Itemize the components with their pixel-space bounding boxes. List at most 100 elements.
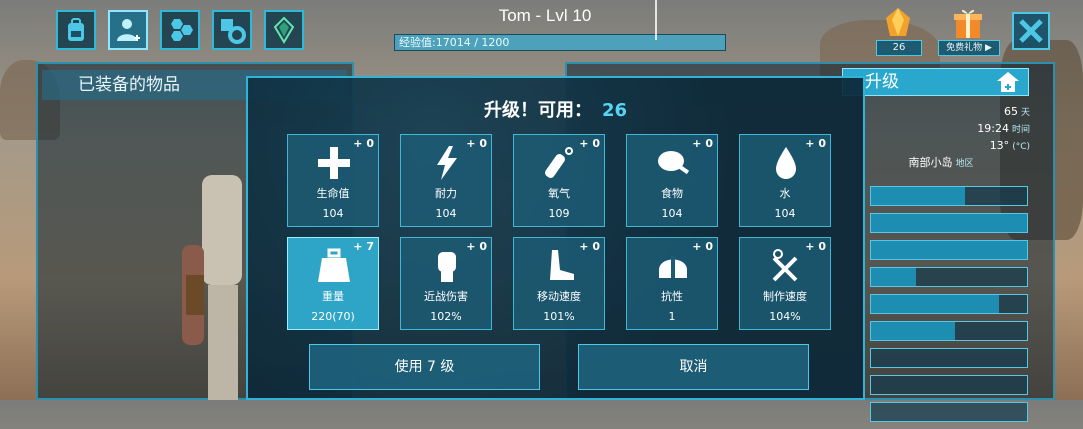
stat-value: 104 (435, 207, 457, 220)
crafting-tools-icon (766, 248, 806, 284)
stat-value: 1 (668, 310, 676, 323)
stat-card[interactable]: + 0 移动速度 101% (513, 237, 605, 330)
gems-count: 26 (876, 40, 922, 56)
stat-bar (870, 348, 1028, 368)
stat-card[interactable]: + 0 抗性 1 (626, 237, 718, 330)
day-unit: 天 (1020, 108, 1030, 118)
xp-bar: 经验值:17014 / 1200 (394, 34, 726, 51)
stat-bar-fill (871, 214, 1027, 232)
stat-bar (870, 267, 1028, 287)
time-value: 19:24 (977, 122, 1009, 135)
tab-crafting[interactable] (212, 10, 252, 50)
xp-label: 经验值:17014 / 1200 (399, 36, 510, 49)
stat-points-added: + 0 (692, 240, 713, 253)
close-button[interactable] (1012, 12, 1050, 50)
stat-card[interactable]: + 0 生命值 104 (287, 134, 379, 227)
stat-name: 移动速度 (537, 290, 581, 303)
stat-name: 抗性 (661, 290, 683, 303)
stat-points-added: + 0 (466, 240, 487, 253)
stat-points-added: + 0 (353, 137, 374, 150)
location-value: 南部小岛 (908, 156, 953, 169)
amber-gem-icon (886, 8, 910, 36)
stat-name: 食物 (661, 187, 683, 200)
hexagons-icon (171, 19, 193, 41)
stat-bar (870, 375, 1028, 395)
stat-bar (870, 321, 1028, 341)
stat-name: 近战伤害 (424, 290, 468, 303)
stat-points-added: + 0 (579, 137, 600, 150)
use-levels-button[interactable]: 使用 7 级 (309, 344, 540, 390)
house-plus-icon (997, 72, 1019, 92)
stat-bar-fill (871, 187, 965, 205)
gems-counter[interactable]: 26 (876, 6, 922, 56)
stat-value: 104 (322, 207, 344, 220)
stat-value: 220(70) (311, 310, 355, 323)
water-drop-icon (766, 145, 806, 181)
stat-name: 生命值 (316, 187, 350, 200)
stat-bar-fill (871, 241, 1027, 259)
stat-value: 109 (548, 207, 570, 220)
tab-character[interactable] (108, 10, 148, 50)
stat-value: 102% (430, 310, 462, 323)
stat-bars (870, 186, 1028, 429)
stat-name: 制作速度 (763, 290, 807, 303)
stat-value: 101% (543, 310, 575, 323)
weight-icon (314, 248, 354, 284)
character-model (182, 175, 242, 400)
cancel-button[interactable]: 取消 (578, 344, 809, 390)
stat-points-added: + 0 (579, 240, 600, 253)
stat-points-added: + 7 (353, 240, 374, 253)
top-bar: Tom - Lvl 10 经验值:17014 / 1200 26 免费礼物 ▶ (0, 0, 1083, 58)
oxygen-tank-icon (540, 145, 580, 181)
stat-card[interactable]: + 7 重量 220(70) (287, 237, 379, 330)
crafting-gear-icon (221, 19, 246, 44)
fortitude-helmet-icon (653, 248, 693, 284)
day-value: 65 (1003, 105, 1018, 118)
temperature-unit: (°C) (1012, 142, 1030, 152)
stat-bar (870, 240, 1028, 260)
food-meat-icon (653, 145, 693, 181)
temperature-value: 13° (989, 139, 1010, 152)
stat-value: 104 (774, 207, 796, 220)
stat-bar (870, 213, 1028, 233)
available-points: 26 (601, 100, 628, 121)
center-divider (655, 0, 657, 40)
stat-bar-fill (871, 268, 917, 286)
stat-card[interactable]: + 0 制作速度 104% (739, 237, 831, 330)
stat-card[interactable]: + 0 近战伤害 102% (400, 237, 492, 330)
free-gift-button[interactable]: 免费礼物 ▶ (938, 6, 1000, 56)
stat-name: 重量 (322, 290, 344, 303)
modal-title-label: 升级！可用： (483, 100, 592, 121)
stat-name: 氧气 (548, 187, 570, 200)
stat-points-added: + 0 (805, 240, 826, 253)
stat-points-added: + 0 (692, 137, 713, 150)
stat-bar (870, 294, 1028, 314)
location-unit: 地区 (955, 159, 974, 169)
tab-engrams[interactable] (264, 10, 304, 50)
stat-points-added: + 0 (805, 137, 826, 150)
stat-bar-fill (871, 295, 999, 313)
day-row: 65 天 (890, 104, 1030, 121)
temperature-row: 13° (°C) (890, 138, 1030, 155)
stat-bar (870, 186, 1028, 206)
tab-inventory[interactable] (56, 10, 96, 50)
stat-card[interactable]: + 0 食物 104 (626, 134, 718, 227)
time-row: 19:24 时间 (890, 121, 1030, 138)
modal-title: 升级！可用： 26 (246, 96, 865, 122)
crystal-emblem-icon (273, 16, 295, 44)
character-plus-icon (117, 19, 140, 41)
stat-card[interactable]: + 0 耐力 104 (400, 134, 492, 227)
health-cross-icon (314, 145, 354, 181)
upgrade-header[interactable]: 升级 (842, 68, 1029, 96)
stat-points-added: + 0 (466, 137, 487, 150)
stamina-bolt-icon (427, 145, 467, 181)
stat-card[interactable]: + 0 水 104 (739, 134, 831, 227)
tab-tribe[interactable] (160, 10, 200, 50)
player-name: Tom - Lvl 10 (498, 6, 592, 25)
world-info: 65 天 19:24 时间 13° (°C) 南部小岛 地区 (890, 104, 1030, 172)
melee-fist-icon (427, 248, 467, 284)
stat-name: 耐力 (435, 187, 457, 200)
stat-card[interactable]: + 0 氧气 109 (513, 134, 605, 227)
upgrade-header-label: 升级 (865, 72, 899, 92)
close-icon (1019, 19, 1043, 43)
